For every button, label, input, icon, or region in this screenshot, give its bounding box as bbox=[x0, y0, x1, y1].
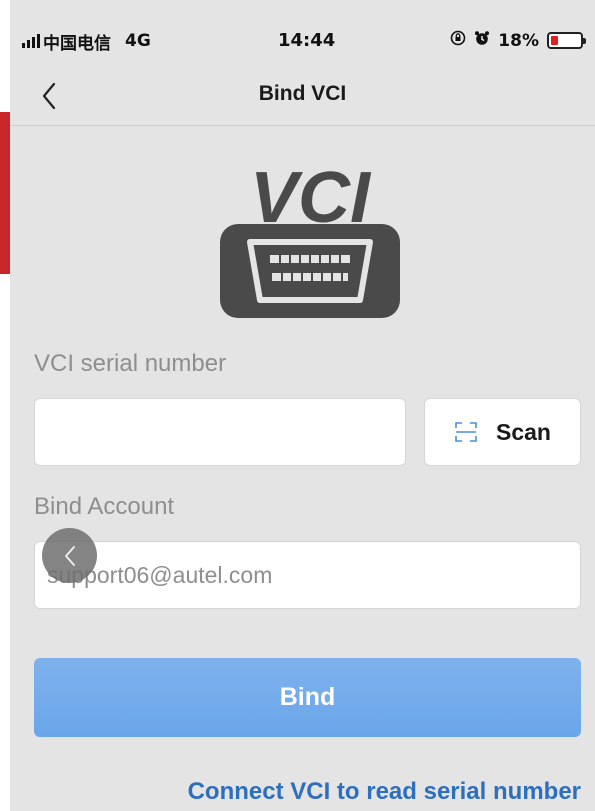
battery-percentage: 18% bbox=[498, 30, 539, 51]
phone-screen: 中国电信 4G 14:44 18% Bind VCI VCI VCI seria… bbox=[10, 0, 595, 811]
page-title: Bind VCI bbox=[258, 82, 347, 105]
carrier-name: 中国电信 bbox=[43, 33, 111, 54]
battery-icon bbox=[547, 32, 586, 49]
floating-back-button[interactable] bbox=[42, 528, 97, 583]
bind-account-label: Bind Account bbox=[34, 493, 175, 520]
bind-button[interactable]: Bind bbox=[34, 658, 581, 737]
status-right: 18% bbox=[450, 30, 586, 51]
status-time: 14:44 bbox=[278, 30, 336, 51]
serial-number-label: VCI serial number bbox=[34, 350, 227, 377]
orientation-lock-icon bbox=[450, 30, 466, 51]
status-bar: 中国电信 4G 14:44 18% bbox=[10, 0, 595, 74]
connect-vci-link[interactable]: Connect VCI to read serial number bbox=[188, 778, 581, 806]
scan-button[interactable]: Scan bbox=[424, 398, 581, 466]
battery-fill bbox=[551, 36, 558, 45]
scan-button-label: Scan bbox=[496, 418, 551, 445]
signal-icon bbox=[22, 34, 40, 48]
navigation-bar: Bind VCI bbox=[10, 74, 595, 126]
background-window-red-band bbox=[0, 112, 10, 274]
screenshot-frame: 中国电信 4G 14:44 18% Bind VCI VCI VCI seria… bbox=[0, 0, 595, 811]
vci-logo: VCI bbox=[210, 158, 410, 322]
bind-account-field[interactable]: support06@autel.com bbox=[34, 541, 581, 609]
alarm-clock-icon bbox=[474, 30, 490, 51]
scan-qr-icon bbox=[455, 422, 477, 442]
network-type: 4G bbox=[125, 31, 151, 51]
serial-number-input[interactable] bbox=[34, 398, 406, 466]
status-left: 中国电信 4G bbox=[22, 30, 151, 54]
chevron-left-icon bbox=[64, 545, 75, 566]
